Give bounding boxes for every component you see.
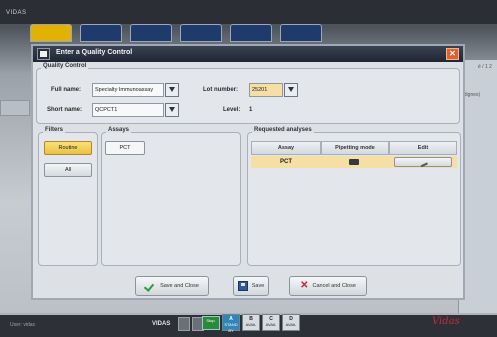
check-icon <box>145 282 156 290</box>
dialog-title: Enter a Quality Control <box>56 49 133 56</box>
app-top-bar <box>0 0 497 24</box>
status-user-label: User: <box>10 322 22 328</box>
requested-analyses-legend: Requested analyses <box>252 127 314 133</box>
dialog-header: Enter a Quality Control ✕ <box>33 46 463 62</box>
section-b[interactable]: B AVAIL <box>242 314 260 331</box>
device-label: VIDAS <box>152 321 171 327</box>
short-name-field[interactable]: QCPCT1 <box>92 103 164 117</box>
level-value: 1 <box>249 107 253 113</box>
section-c[interactable]: C AVAIL <box>262 314 280 331</box>
column-header-edit: Edit <box>389 141 457 155</box>
tab-results[interactable] <box>80 24 122 42</box>
tab-tools[interactable] <box>280 24 322 42</box>
cancel-and-close-label: Cancel and Close <box>312 283 356 289</box>
filter-all-button[interactable]: All <box>44 163 92 177</box>
column-header-assay: Assay <box>251 141 321 155</box>
section-state: AVAIL <box>245 322 257 327</box>
lot-number-label: Lot number: <box>203 87 238 93</box>
assays-legend: Assays <box>106 127 132 133</box>
filters-legend: Filters <box>43 127 66 133</box>
row-assay: PCT <box>280 159 292 165</box>
edit-button[interactable] <box>394 157 452 167</box>
save-label: Save <box>251 283 265 289</box>
app-title: VIDAS <box>6 10 27 16</box>
lot-number-dropdown-button[interactable] <box>284 83 298 97</box>
section-d[interactable]: D AVAIL <box>282 314 300 331</box>
section-a[interactable]: A STAND BY <box>222 314 240 333</box>
tab-send[interactable] <box>230 24 272 42</box>
column-header-pipetting-mode: Pipetting mode <box>321 141 389 155</box>
tab-qc[interactable] <box>180 24 222 42</box>
right-pane-small-text: é / 1 2 <box>478 64 492 70</box>
full-name-field[interactable]: Specialty Immunoassay <box>92 83 164 97</box>
section-state: AVAIL <box>285 322 297 327</box>
assay-pct-button[interactable]: PCT <box>105 141 145 155</box>
lot-number-field[interactable]: 25201 <box>249 83 283 97</box>
window-icon <box>37 48 50 60</box>
cancel-icon: ✕ <box>300 280 309 291</box>
short-name-dropdown-button[interactable] <box>165 103 179 117</box>
stop-indicator: Stop. <box>202 316 220 330</box>
close-icon[interactable]: ✕ <box>446 48 459 60</box>
slot <box>178 317 190 331</box>
sections-status: A STAND BY B AVAIL C AVAIL D AVAIL <box>222 314 300 333</box>
save-icon <box>237 281 248 291</box>
section-state: AVAIL <box>265 322 277 327</box>
filter-routine-button[interactable]: Routine <box>44 141 92 155</box>
save-and-close-label: Save and Close <box>160 283 199 289</box>
save-button[interactable]: Save <box>233 276 269 296</box>
pipetting-mode-icon <box>349 159 359 165</box>
full-name-label: Full name: <box>51 87 82 93</box>
tab-home[interactable] <box>30 24 72 42</box>
status-user-value: vidas <box>23 322 36 328</box>
cancel-and-close-button[interactable]: ✕ Cancel and Close <box>289 276 367 296</box>
quality-control-legend: Quality Control <box>41 63 89 69</box>
quality-control-dialog: Enter a Quality Control ✕ Quality Contro… <box>31 44 465 300</box>
level-label: Level: <box>223 107 241 113</box>
section-state: STAND BY <box>224 322 238 333</box>
device-slots <box>178 317 204 331</box>
full-name-dropdown-button[interactable] <box>165 83 179 97</box>
save-and-close-button[interactable]: Save and Close <box>135 276 209 296</box>
status-user: User: vidas <box>10 322 35 328</box>
tab-folder[interactable] <box>130 24 172 42</box>
brand-logo: Vidas <box>432 316 460 327</box>
left-side-pane <box>0 100 30 116</box>
short-name-label: Short name: <box>47 107 83 113</box>
app-tabs <box>30 24 322 44</box>
